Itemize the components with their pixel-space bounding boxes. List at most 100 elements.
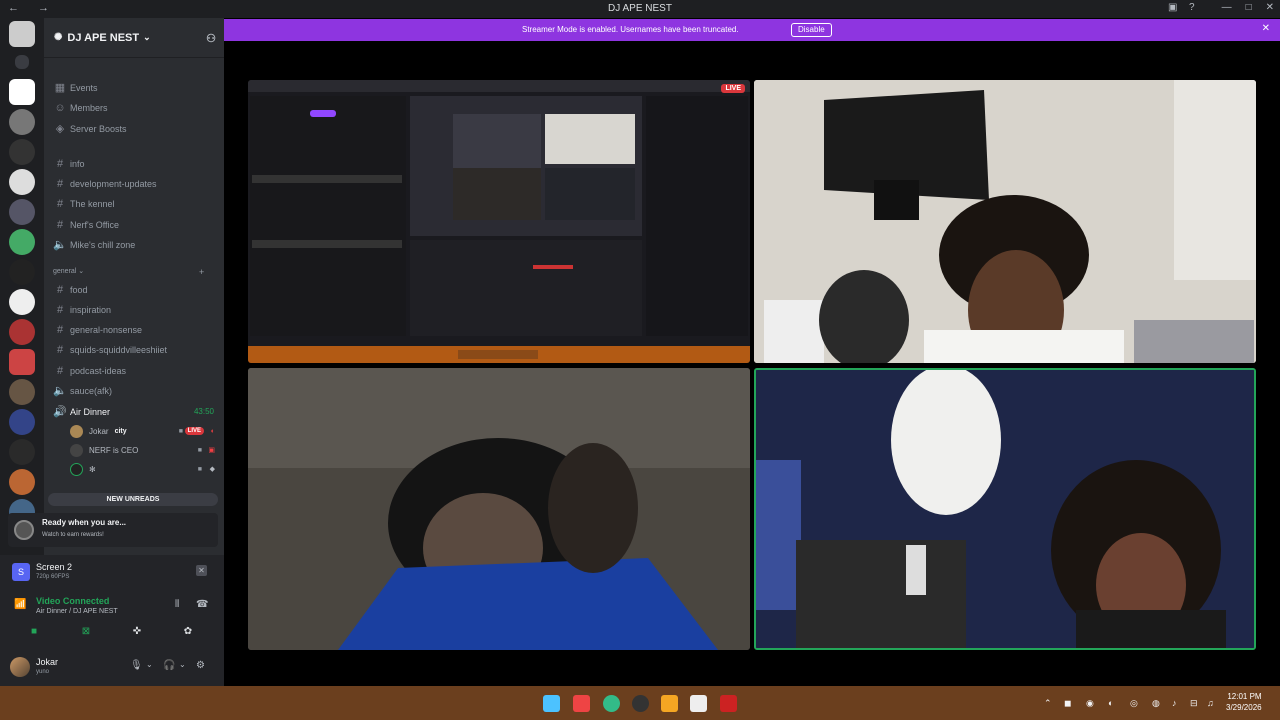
brave-icon[interactable] [573, 695, 590, 712]
channel-general-nonsense[interactable]: # general-nonsense [52, 320, 218, 339]
camera-button[interactable]: ■ [14, 624, 54, 640]
voice-channel-sauce-afk[interactable]: 🔈 sauce(afk) [52, 381, 218, 400]
activity-icon: ▣ [208, 447, 215, 454]
voice-user-name: Jokar [89, 426, 109, 436]
server-icon[interactable] [9, 289, 35, 315]
disable-streamer-mode-button[interactable]: Disable [791, 23, 832, 37]
channel-label: general-nonsense [70, 324, 143, 335]
quest-subtitle: Watch to earn rewards! [42, 532, 104, 538]
avatar[interactable] [10, 657, 30, 677]
hash-icon: # [56, 343, 64, 356]
voice-channel-air-dinner[interactable]: 🔊 Air Dinner 43:50 [52, 402, 218, 421]
close-banner-icon[interactable]: ✕ [1262, 23, 1270, 34]
headphones-icon[interactable]: 🎧 [163, 660, 175, 671]
chevron-down-icon[interactable]: ⌄ [179, 660, 186, 669]
channel-label: info [70, 158, 85, 169]
channel-podcast-ideas[interactable]: # podcast-ideas [52, 361, 218, 380]
voice-user-3[interactable]: ✻ ■ ◆ [70, 460, 218, 478]
nav-events[interactable]: ▦ Events [52, 78, 218, 97]
os-taskbar: ⌃ ◼ ◉ ◐ ◎ ◍ ♪ ⊟ ♫ 12:01 PM 3/29/2026 [0, 686, 1280, 720]
share-screen-button[interactable]: ⊠ [66, 624, 106, 640]
tray-overflow-icon[interactable]: ⌃ [1044, 698, 1052, 709]
chevron-down-icon: ⌄ [143, 32, 151, 42]
nav-server-boosts[interactable]: ◈ Server Boosts [52, 119, 218, 138]
stop-stream-icon[interactable]: ✕ [196, 565, 207, 576]
tray-icon[interactable]: ◼ [1064, 698, 1071, 709]
channel-label: The kennel [70, 198, 115, 209]
user-status: yuno [36, 669, 50, 675]
calendar-icon: ▦ [54, 82, 66, 94]
home-button[interactable] [9, 21, 35, 47]
discord-tray-icon[interactable]: ◐ [1108, 698, 1113, 708]
nav-members[interactable]: ☺ Members [52, 98, 218, 117]
folder-icon[interactable] [15, 55, 29, 69]
voice-status-subtitle[interactable]: Air Dinner / DJ APE NEST [36, 608, 118, 615]
server-icon[interactable] [9, 319, 35, 345]
channel-food[interactable]: # food [52, 280, 218, 299]
volume-icon[interactable]: ♫ [1207, 698, 1214, 708]
channel-info[interactable]: # info [52, 154, 218, 173]
start-icon[interactable] [543, 695, 560, 712]
server-icon[interactable] [9, 199, 35, 225]
camera-tile-3-speaking[interactable] [754, 368, 1256, 650]
server-icon[interactable] [9, 259, 35, 285]
minimize-button[interactable]: — [1222, 2, 1232, 13]
inbox-icon[interactable]: ▣ [1168, 2, 1177, 13]
channel-inspiration[interactable]: # inspiration [52, 300, 218, 319]
live-badge: LIVE [184, 427, 204, 435]
tray-icon[interactable]: ◉ [1086, 698, 1094, 709]
help-icon[interactable]: ? [1189, 2, 1195, 13]
signal-icon: 📶 [14, 599, 27, 610]
noise-suppression-icon[interactable]: ⫴ [175, 599, 179, 610]
voice-user-jokar[interactable]: Jokar city ■ LIVE ◐ [70, 422, 218, 440]
maximize-button[interactable]: □ [1246, 2, 1252, 13]
server-icon[interactable] [9, 349, 35, 375]
camera-tile-1[interactable] [754, 80, 1256, 363]
activities-button[interactable]: ✜ [117, 624, 157, 640]
microphone-tray-icon[interactable]: ♪ [1172, 698, 1177, 708]
camera-tile-2[interactable] [248, 368, 750, 650]
voice-channel-mikes-chill-zone[interactable]: 🔈 Mike's chill zone [52, 235, 218, 254]
new-unreads-pill[interactable]: NEW UNREADS [48, 493, 218, 506]
server-icon[interactable] [9, 439, 35, 465]
clock-time: 12:01 PM [1227, 692, 1262, 701]
server-icon[interactable] [9, 409, 35, 435]
category-general[interactable]: general ⌄ + [53, 267, 204, 277]
invite-people-icon[interactable]: ⚇ [206, 32, 216, 45]
channel-development-updates[interactable]: # development-updates [52, 174, 218, 193]
create-channel-icon[interactable]: + [199, 267, 204, 277]
channel-nerfs-office[interactable]: # Nerf's Office [52, 215, 218, 234]
tray-icon[interactable]: ◍ [1152, 698, 1160, 709]
system-clock[interactable]: 12:01 PM 3/29/2026 [1226, 691, 1262, 713]
close-window-button[interactable]: ✕ [1266, 2, 1274, 13]
server-icon[interactable] [9, 79, 35, 105]
app-icon[interactable] [690, 695, 707, 712]
stream-title: Screen 2 [36, 562, 73, 572]
server-icon[interactable] [9, 229, 35, 255]
gear-icon[interactable]: ⚙ [196, 660, 205, 671]
server-icon[interactable] [9, 379, 35, 405]
steam-tray-icon[interactable]: ◎ [1130, 698, 1138, 709]
network-icon[interactable]: ⊟ [1190, 698, 1198, 709]
microphone-icon[interactable]: 🎙 [130, 660, 143, 671]
quest-card[interactable]: Ready when you are... Watch to earn rewa… [8, 513, 218, 547]
app-icon[interactable] [661, 695, 678, 712]
video-grid: LIVE [224, 41, 1280, 686]
channel-the-kennel[interactable]: # The kennel [52, 194, 218, 213]
server-icon[interactable] [9, 139, 35, 165]
soundboard-button[interactable]: ✿ [168, 624, 208, 640]
server-icon[interactable] [9, 169, 35, 195]
adobe-icon[interactable] [720, 695, 737, 712]
chrome-icon[interactable] [603, 695, 620, 712]
chevron-down-icon[interactable]: ⌄ [146, 660, 153, 669]
server-header[interactable]: ✺ DJ APE NEST ⌄ ⚇ [44, 18, 224, 58]
voice-user-nerf[interactable]: NERF is CEO ■ ▣ [70, 441, 218, 459]
channel-label: Nerf's Office [70, 219, 120, 230]
server-icon[interactable] [9, 469, 35, 495]
channel-squids[interactable]: # squids-squiddvilleeshiiet [52, 340, 218, 359]
screenshare-tile[interactable]: LIVE [248, 80, 750, 363]
obs-icon[interactable] [632, 695, 649, 712]
video-icon: ■ [178, 427, 183, 435]
disconnect-icon[interactable]: ☎ [196, 599, 208, 610]
server-icon[interactable] [9, 109, 35, 135]
